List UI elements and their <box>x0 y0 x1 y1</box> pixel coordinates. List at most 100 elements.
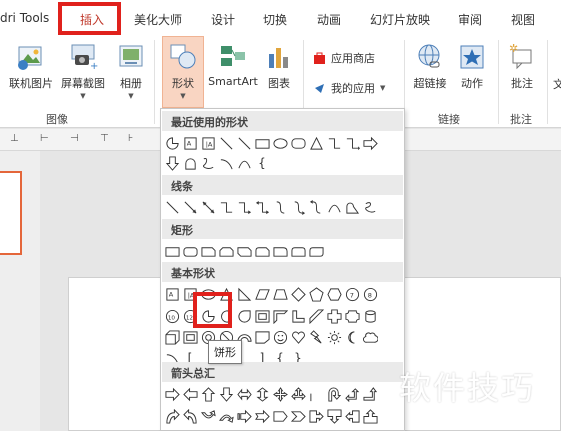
chevron-arrow-shape-icon[interactable] <box>290 408 306 424</box>
curved-connector-shape-icon[interactable] <box>272 199 288 215</box>
tab-review[interactable]: 审阅 <box>458 11 482 28</box>
smiley-face-shape-icon[interactable] <box>272 329 288 345</box>
octagon-shape-icon[interactable]: 8 <box>362 286 378 302</box>
rounded-rectangle-shape-icon[interactable] <box>182 243 198 259</box>
tab-slideshow[interactable]: 幻灯片放映 <box>370 11 430 28</box>
cube-shape-icon[interactable] <box>164 329 180 345</box>
double-arrow-line-shape-icon[interactable] <box>200 199 216 215</box>
pentagon-shape-icon[interactable] <box>308 286 324 302</box>
notched-right-arrow-shape-icon[interactable] <box>254 408 270 424</box>
shapes-button[interactable]: 形状 ▼ <box>162 42 204 100</box>
rectangle-shape-icon[interactable] <box>164 243 180 259</box>
curved-arrow-connector-shape-icon[interactable] <box>290 199 306 215</box>
left-right-arrow-shape-icon[interactable] <box>236 386 252 402</box>
bent-arrow-shape-icon[interactable] <box>308 386 324 402</box>
tab-drawing-tools[interactable]: dri Tools <box>0 11 49 25</box>
round-same-side-rectangle-shape-icon[interactable] <box>290 243 306 259</box>
teardrop-shape-icon[interactable] <box>182 155 198 171</box>
curved-double-arrow-connector-shape-icon[interactable] <box>308 199 324 215</box>
right-triangle-shape-icon[interactable] <box>236 286 252 302</box>
smartart-button[interactable]: SmartArt <box>206 42 260 88</box>
tab-transitions[interactable]: 切换 <box>263 11 287 28</box>
plaque-shape-icon[interactable] <box>344 308 360 324</box>
u-turn-arrow-shape-icon[interactable] <box>326 386 342 402</box>
left-arrow-callout-shape-icon[interactable] <box>344 408 360 424</box>
oval-shape-icon[interactable] <box>272 135 288 151</box>
elbow-arrow-connector-shape-icon[interactable] <box>344 135 360 151</box>
align-icon[interactable]: ⊦ <box>128 133 133 144</box>
right-arrow-shape-icon[interactable] <box>362 135 378 151</box>
arc-shape-icon[interactable] <box>218 155 234 171</box>
curved-down-arrow-shape-icon[interactable] <box>218 408 234 424</box>
line-shape-icon[interactable] <box>236 135 252 151</box>
slide-thumbnail[interactable] <box>0 171 22 255</box>
tab-animations[interactable]: 动画 <box>317 11 341 28</box>
pentagon-arrow-shape-icon[interactable] <box>272 408 288 424</box>
align-icon[interactable]: ⊣ <box>70 133 79 144</box>
elbow-arrow-connector-shape-icon[interactable] <box>236 199 252 215</box>
heptagon-shape-icon[interactable]: 7 <box>344 286 360 302</box>
bent-up-arrow-shape-icon[interactable] <box>362 386 378 402</box>
heart-shape-icon[interactable] <box>290 329 306 345</box>
trapezoid-shape-icon[interactable] <box>272 286 288 302</box>
action-button[interactable]: 动作 <box>456 42 488 91</box>
elbow-connector-shape-icon[interactable] <box>326 135 342 151</box>
decagon-shape-icon[interactable]: 10 <box>164 308 180 324</box>
curve-shape-icon[interactable] <box>326 199 342 215</box>
sun-shape-icon[interactable] <box>326 329 342 345</box>
scribble-shape-icon[interactable] <box>362 199 378 215</box>
textbox-shape-icon[interactable]: A <box>164 286 180 302</box>
half-frame-shape-icon[interactable] <box>272 308 288 324</box>
align-icon[interactable]: ⊢ <box>40 133 49 144</box>
curved-up-arrow-shape-icon[interactable] <box>200 408 216 424</box>
moon-shape-icon[interactable] <box>344 329 360 345</box>
arrow-line-shape-icon[interactable] <box>182 199 198 215</box>
tab-design[interactable]: 设计 <box>211 11 235 28</box>
l-shape-icon[interactable] <box>290 308 306 324</box>
line-shape-icon[interactable] <box>164 199 180 215</box>
quad-arrow-shape-icon[interactable] <box>272 386 288 402</box>
lightning-bolt-shape-icon[interactable] <box>308 329 324 345</box>
hyperlink-button[interactable]: 超链接 <box>410 42 450 91</box>
snip-round-rectangle-shape-icon[interactable] <box>254 243 270 259</box>
line-shape-icon[interactable] <box>218 135 234 151</box>
chart-button[interactable]: 图表 <box>262 42 296 91</box>
down-arrow-callout-shape-icon[interactable] <box>326 408 342 424</box>
left-arrow-shape-icon[interactable] <box>182 386 198 402</box>
left-right-up-arrow-shape-icon[interactable] <box>290 386 306 402</box>
frame-shape-icon[interactable] <box>254 308 270 324</box>
text-button-partial[interactable]: 文 <box>553 76 561 92</box>
curved-left-arrow-shape-icon[interactable] <box>182 408 198 424</box>
rounded-rectangle-shape-icon[interactable] <box>290 135 306 151</box>
screenshot-button[interactable]: + 屏幕截图 ▼ <box>58 42 108 100</box>
curved-right-arrow-shape-icon[interactable] <box>164 408 180 424</box>
brace-shape-icon[interactable]: { <box>254 155 270 171</box>
align-icon[interactable]: ⊥ <box>10 133 19 144</box>
vertical-textbox-shape-icon[interactable]: |A <box>200 135 216 151</box>
down-arrow-shape-icon[interactable] <box>164 155 180 171</box>
align-icon[interactable]: ⊤ <box>100 133 109 144</box>
triangle-shape-icon[interactable] <box>308 135 324 151</box>
up-arrow-shape-icon[interactable] <box>200 386 216 402</box>
elbow-connector-shape-icon[interactable] <box>218 199 234 215</box>
online-pictures-button[interactable]: 联机图片 <box>6 42 56 91</box>
can-shape-icon[interactable] <box>362 308 378 324</box>
pie-shape-icon[interactable] <box>164 135 180 151</box>
diamond-shape-icon[interactable] <box>290 286 306 302</box>
my-apps-button[interactable]: 我的应用 ▼ <box>313 80 385 96</box>
folded-corner-shape-icon[interactable] <box>254 329 270 345</box>
parallelogram-shape-icon[interactable] <box>254 286 270 302</box>
left-up-arrow-shape-icon[interactable] <box>344 386 360 402</box>
curve-shape-icon[interactable] <box>236 155 252 171</box>
textbox-shape-icon[interactable]: A <box>182 135 198 151</box>
snip-corner-rectangle-shape-icon[interactable] <box>200 243 216 259</box>
rectangle-shape-icon[interactable] <box>254 135 270 151</box>
snip-diagonal-rectangle-shape-icon[interactable] <box>236 243 252 259</box>
bevel-shape-icon[interactable] <box>182 329 198 345</box>
round-diagonal-rectangle-shape-icon[interactable] <box>308 243 324 259</box>
app-store-button[interactable]: 应用商店 <box>313 50 375 66</box>
striped-right-arrow-shape-icon[interactable] <box>236 408 252 424</box>
up-down-arrow-shape-icon[interactable] <box>254 386 270 402</box>
comment-button[interactable]: ✲ 批注 <box>504 42 540 91</box>
photo-album-button[interactable]: 相册 ▼ <box>113 42 149 100</box>
